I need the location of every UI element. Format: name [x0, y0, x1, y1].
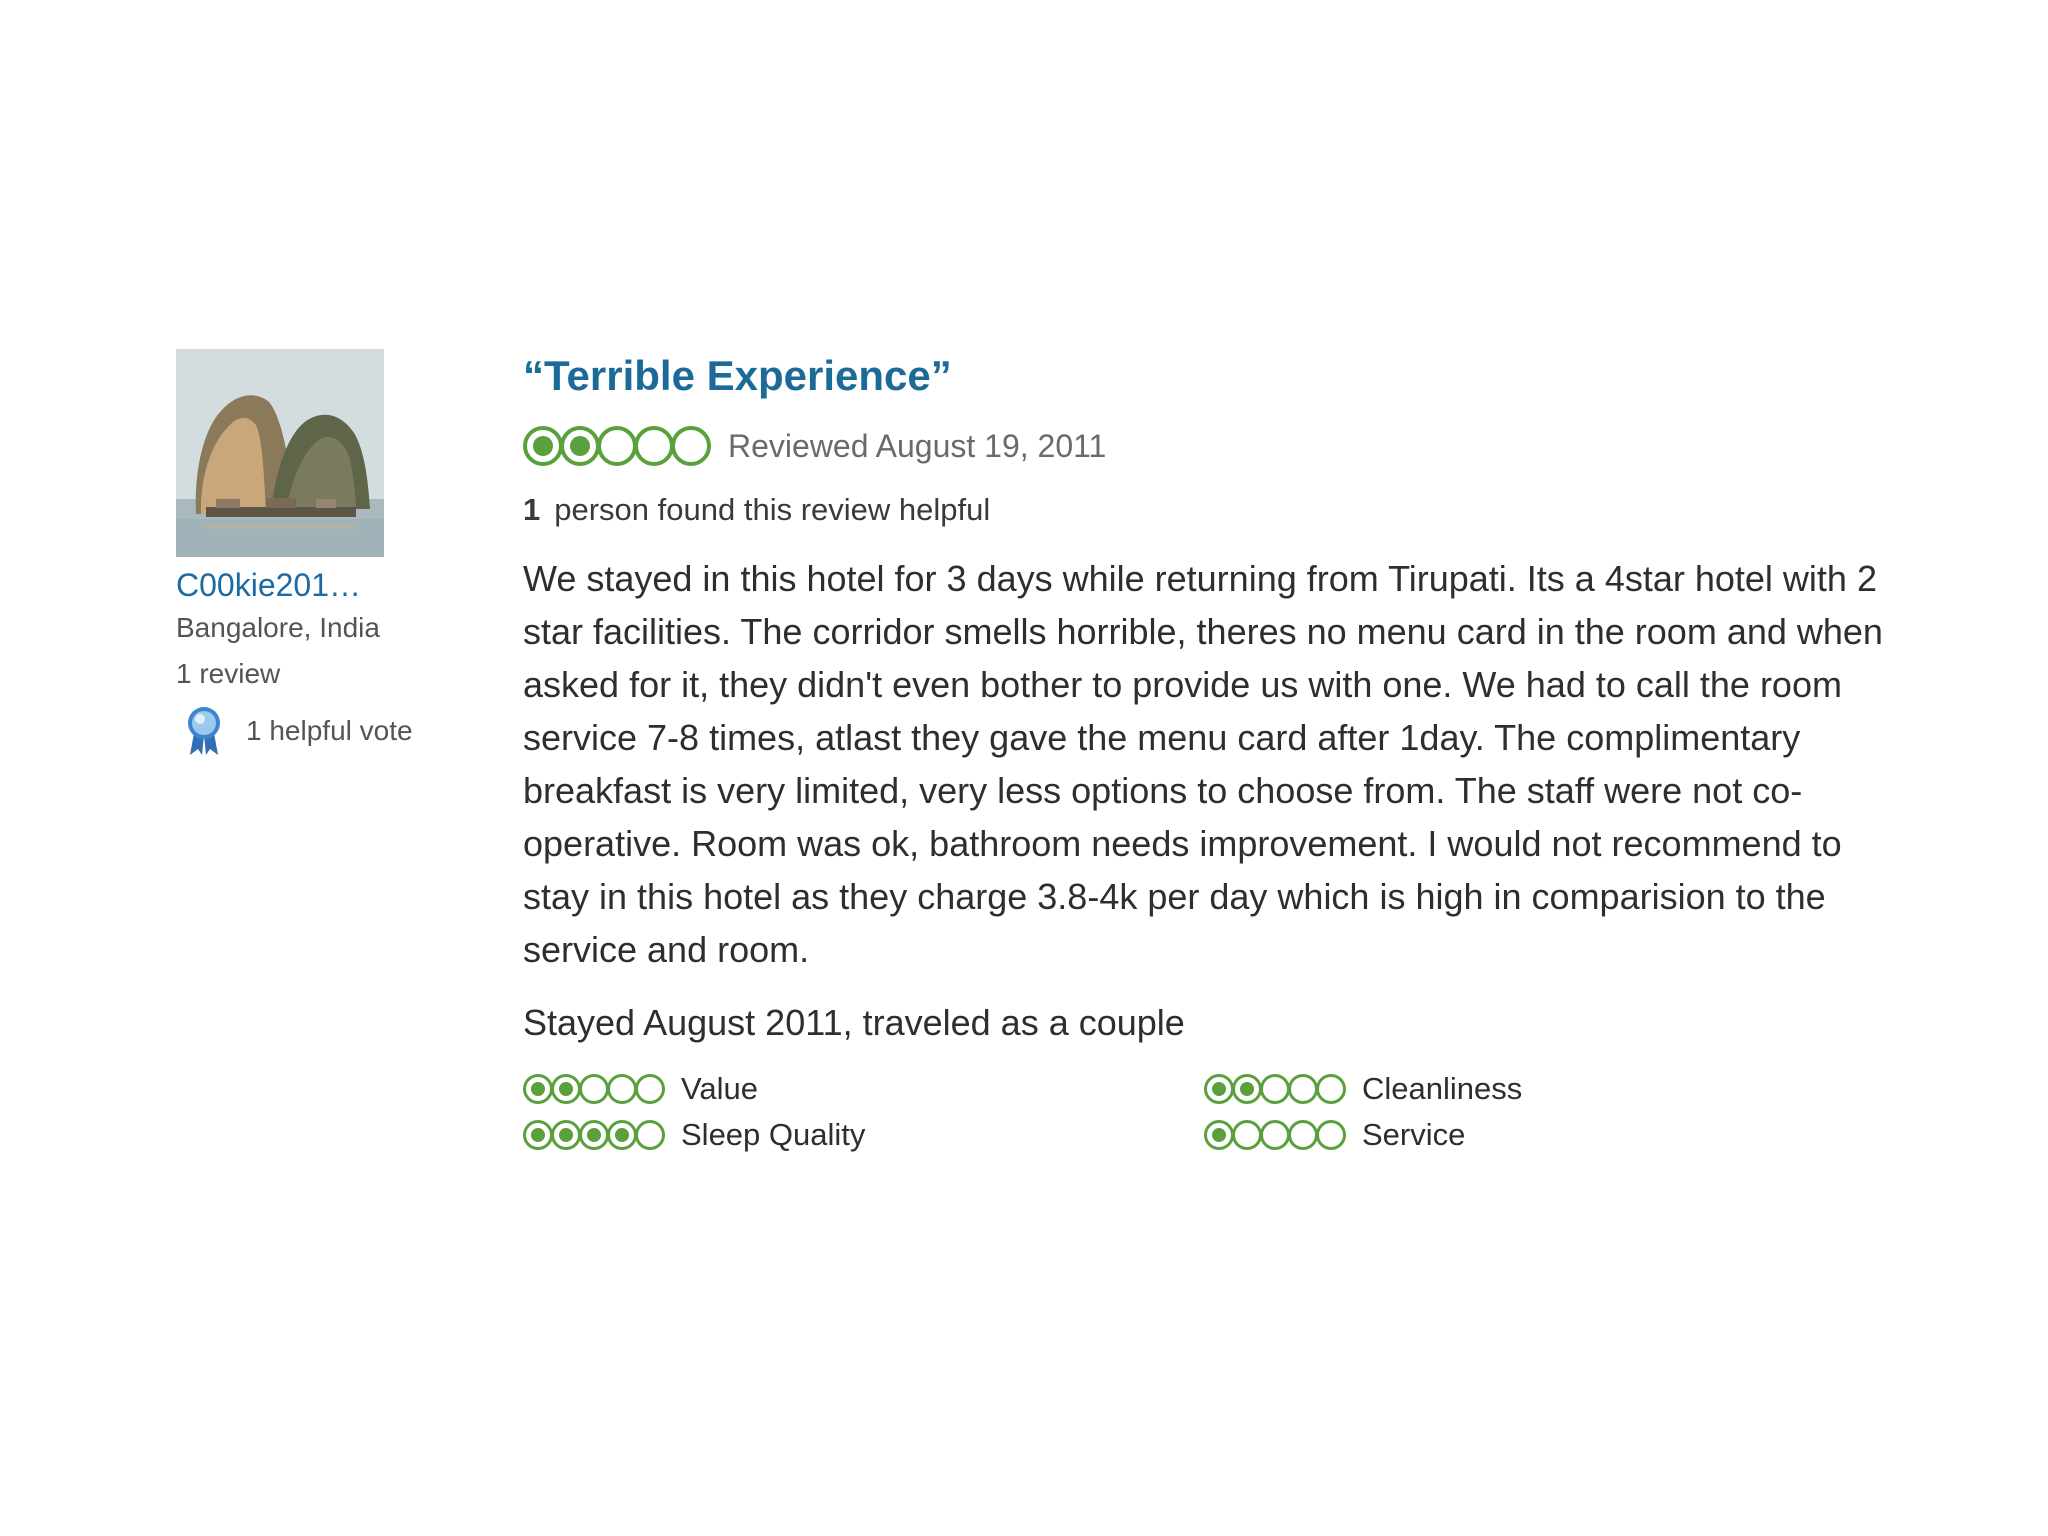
bubble-empty-icon	[1232, 1120, 1262, 1150]
bubble-filled-icon	[607, 1120, 637, 1150]
subrating-service: Service	[1204, 1114, 1804, 1156]
bubble-filled-icon	[1204, 1074, 1234, 1104]
review-rating-bubbles	[523, 426, 711, 466]
avatar[interactable]	[176, 349, 384, 557]
bubble-filled-icon	[551, 1074, 581, 1104]
bubble-empty-icon	[1316, 1074, 1346, 1104]
member-info: C00kie201… Bangalore, India 1 review 1 h…	[176, 349, 476, 757]
helpful-text: person found this review helpful	[554, 492, 991, 527]
bubble-empty-icon	[635, 1120, 665, 1150]
review-rating-line: Reviewed August 19, 2011	[523, 422, 1883, 470]
member-review-count[interactable]: 1 review	[176, 657, 476, 691]
bubble-filled-icon	[560, 426, 600, 466]
subrating-label: Cleanliness	[1362, 1071, 1523, 1106]
subrating-bubbles	[1204, 1120, 1346, 1150]
member-location: Bangalore, India	[176, 612, 380, 643]
bubble-filled-icon	[1232, 1074, 1262, 1104]
bubble-empty-icon	[1260, 1074, 1290, 1104]
subrating-sleep-quality: Sleep Quality	[523, 1114, 1204, 1156]
bubble-filled-icon	[1204, 1120, 1234, 1150]
bubble-empty-icon	[579, 1074, 609, 1104]
subrating-label: Sleep Quality	[681, 1117, 866, 1152]
bubble-empty-icon	[597, 426, 637, 466]
helpful-vote-ribbon-icon	[188, 707, 220, 755]
bubble-empty-icon	[671, 426, 711, 466]
subrating-bubbles	[1204, 1074, 1346, 1104]
bubble-empty-icon	[1316, 1120, 1346, 1150]
avatar-photo	[176, 349, 384, 557]
review-title[interactable]: “Terrible Experience”	[523, 348, 1883, 404]
member-username[interactable]: C00kie201…	[176, 567, 476, 603]
subrating-label: Value	[681, 1071, 758, 1106]
review-helpful-line: 1 person found this review helpful	[523, 490, 1883, 530]
bubble-empty-icon	[1288, 1120, 1318, 1150]
bubble-empty-icon	[634, 426, 674, 466]
bubble-empty-icon	[1288, 1074, 1318, 1104]
subrating-bubbles	[523, 1120, 665, 1150]
subrating-cleanliness: Cleanliness	[1204, 1068, 1804, 1110]
bubble-filled-icon	[523, 1074, 553, 1104]
bubble-filled-icon	[579, 1120, 609, 1150]
member-helpful-votes: 1 helpful vote	[176, 705, 476, 757]
subrating-bubbles	[523, 1074, 665, 1104]
bubble-empty-icon	[607, 1074, 637, 1104]
review-body: We stayed in this hotel for 3 days while…	[523, 558, 1883, 970]
bubble-filled-icon	[523, 1120, 553, 1150]
bubble-empty-icon	[635, 1074, 665, 1104]
subratings: Value Cleanliness Sleep Quality Service	[523, 1068, 1883, 1156]
subrating-value: Value	[523, 1068, 1204, 1110]
bubble-filled-icon	[551, 1120, 581, 1150]
subrating-label: Service	[1362, 1117, 1466, 1152]
helpful-count: 1	[523, 492, 541, 527]
review-date: Reviewed August 19, 2011	[728, 428, 1107, 464]
helpful-votes-label: 1 helpful vote	[246, 715, 413, 746]
bubble-empty-icon	[1260, 1120, 1290, 1150]
review: “Terrible Experience” Reviewed August 19…	[523, 348, 1883, 1156]
bubble-filled-icon	[523, 426, 563, 466]
stay-info: Stayed August 2011, traveled as a couple	[523, 1002, 1185, 1043]
